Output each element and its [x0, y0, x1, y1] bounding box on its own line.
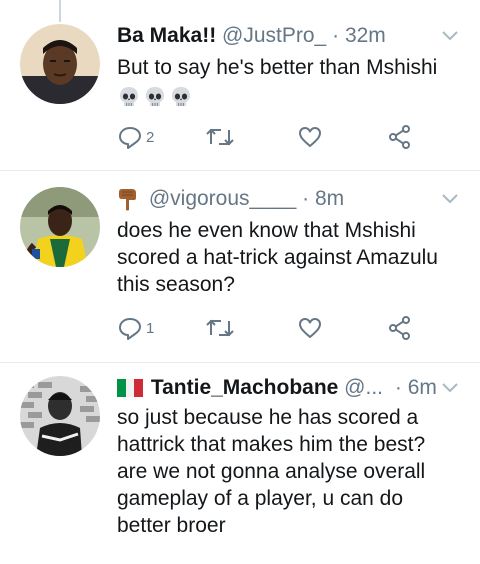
italy-flag-emoji: [117, 379, 143, 398]
share-icon: [389, 316, 410, 340]
skull-emoji: [120, 87, 138, 107]
tweet-text-line: better broer: [117, 514, 226, 537]
retweet-button[interactable]: [205, 122, 238, 152]
timestamp[interactable]: 6m: [408, 376, 437, 399]
chevron-down-icon[interactable]: [442, 380, 458, 398]
skull-emoji: [146, 87, 164, 107]
chevron-down-icon[interactable]: [442, 191, 458, 209]
tweet-3[interactable]: Tantie_Machobane @... · 6m so just becau…: [0, 374, 480, 564]
like-button[interactable]: [297, 122, 326, 152]
handle[interactable]: @...: [344, 376, 383, 399]
reply-button[interactable]: 1: [117, 313, 154, 343]
avatar[interactable]: [20, 187, 100, 267]
avatar[interactable]: [20, 24, 100, 104]
retweet-icon: [206, 128, 234, 146]
timestamp[interactable]: 8m: [315, 187, 344, 210]
tweet-text-line: scored a hat-trick against Amazulu: [117, 246, 438, 269]
tweet-2[interactable]: @vigorous____ · 8m does he even know tha…: [0, 185, 480, 355]
separator-dot: ·: [302, 187, 310, 210]
tweet-header: Ba Maka!! @JustPro_ · 32m: [117, 22, 462, 50]
like-button[interactable]: [297, 313, 326, 343]
heart-icon: [299, 318, 321, 338]
tweet-actions: 1: [117, 313, 417, 343]
tweet-text-line: are we not gonna analyse overall: [117, 460, 426, 483]
tweet-1[interactable]: Ba Maka!! @JustPro_ · 32m But to say he'…: [0, 22, 480, 162]
tweet-text-line: does he even know that Mshishi: [117, 219, 416, 242]
emoji-row: [117, 83, 460, 111]
tweet-header: Tantie_Machobane @... · 6m: [117, 374, 462, 402]
heart-icon: [299, 127, 321, 147]
tweet-text: does he even know that Mshishi scored a …: [117, 217, 460, 298]
divider: [0, 362, 480, 363]
tweet-text: so just because he has scored a hattrick…: [117, 404, 460, 539]
chevron-down-icon[interactable]: [442, 28, 458, 46]
share-icon: [389, 125, 410, 149]
reply-count: 2: [146, 128, 155, 146]
timestamp[interactable]: 32m: [345, 24, 386, 47]
reply-count: 1: [146, 319, 155, 337]
tweet-text-line: gameplay of a player, u can do: [117, 487, 404, 510]
thread-line-top: [59, 0, 61, 22]
pointing-down-hand-emoji: [119, 189, 136, 211]
share-button[interactable]: [387, 122, 413, 152]
share-button[interactable]: [387, 313, 413, 343]
divider: [0, 170, 480, 171]
retweet-button[interactable]: [205, 313, 238, 343]
tweet-text: But to say he's better than Mshishi: [117, 54, 460, 111]
skull-emoji: [172, 87, 190, 107]
retweet-icon: [206, 319, 234, 337]
tweet-text-line: hattrick that makes him the best?: [117, 433, 426, 456]
display-name[interactable]: Ba Maka!!: [117, 24, 216, 47]
avatar[interactable]: [20, 376, 100, 456]
tweet-text-line: this season?: [117, 273, 235, 296]
separator-dot: ·: [332, 24, 340, 47]
display-name[interactable]: Tantie_Machobane: [151, 376, 338, 399]
reply-button[interactable]: 2: [117, 122, 154, 152]
tweet-text-line: But to say he's better than Mshishi: [117, 56, 438, 79]
reply-icon: [119, 127, 141, 149]
tweet-actions: 2: [117, 122, 417, 152]
separator-dot: ·: [394, 376, 402, 399]
handle[interactable]: @JustPro_: [222, 24, 326, 47]
tweet-text-line: so just because he has scored a: [117, 406, 419, 429]
handle[interactable]: @vigorous____: [149, 187, 296, 210]
reply-icon: [119, 318, 141, 340]
tweet-header: @vigorous____ · 8m: [117, 185, 462, 213]
